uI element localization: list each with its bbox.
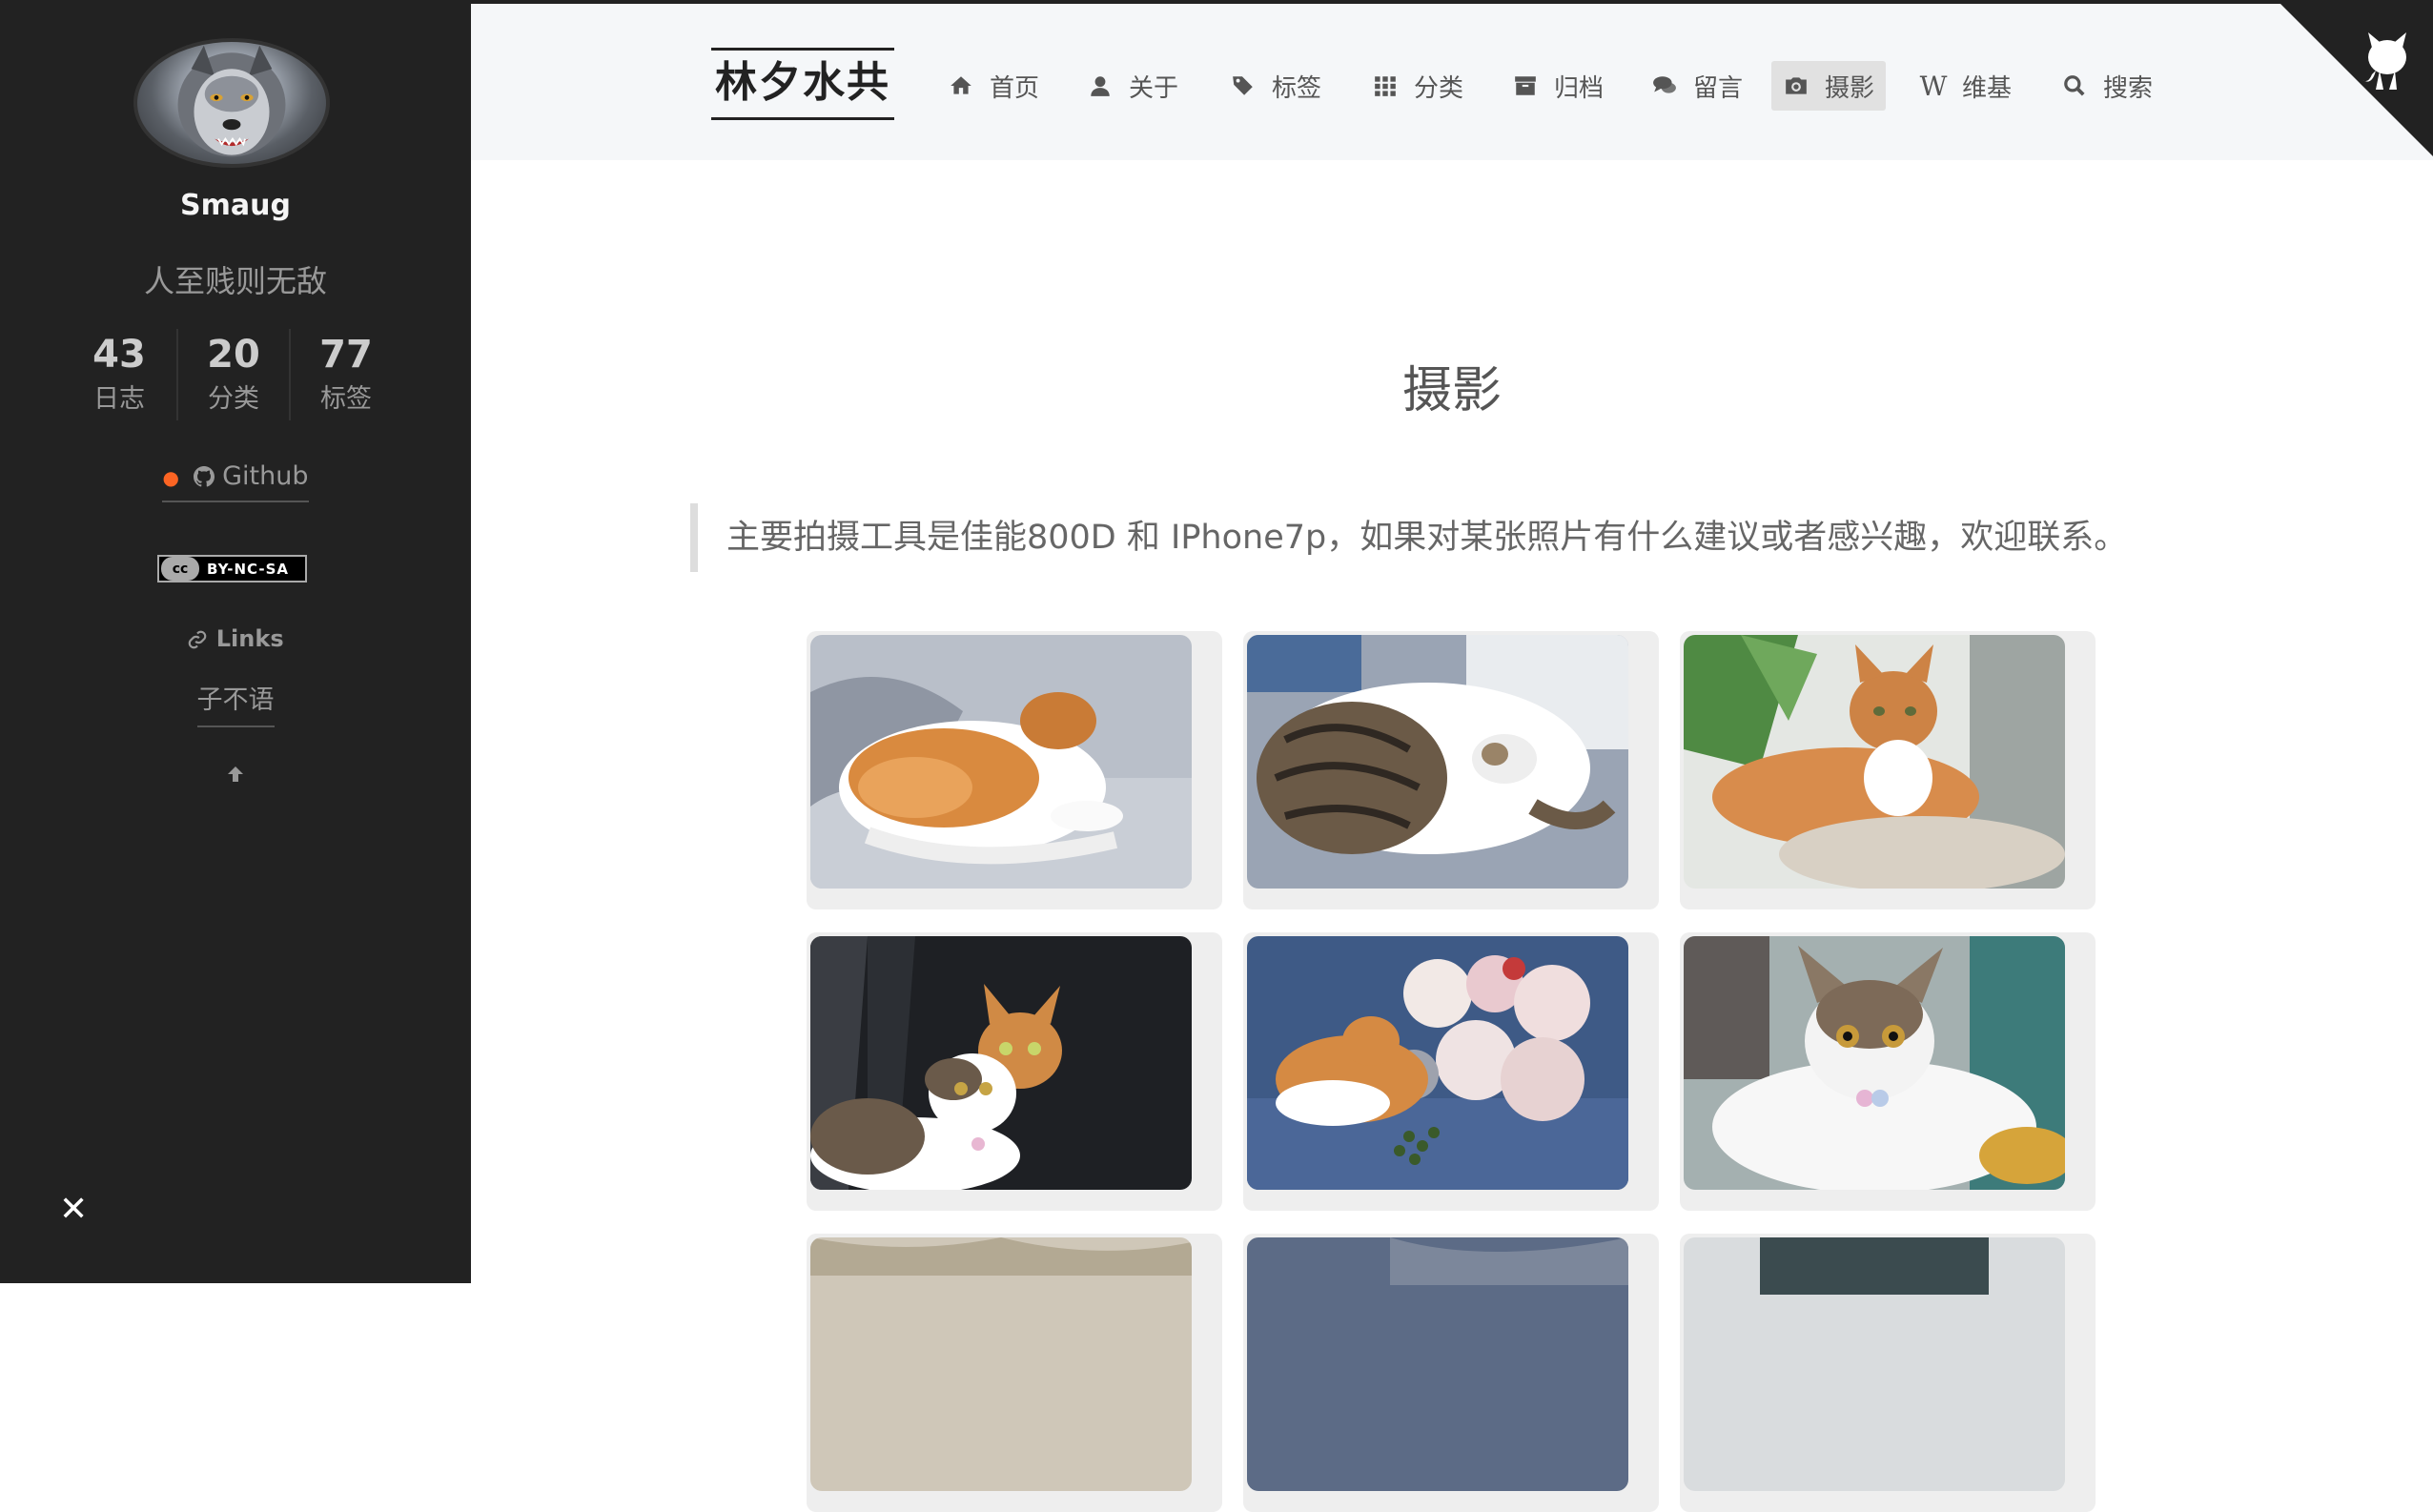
- page-title: 摄影: [1401, 361, 1502, 419]
- camera-icon: [1783, 72, 1809, 99]
- menu-item-home[interactable]: 首页: [936, 61, 1051, 111]
- wolf-avatar-image: [177, 45, 286, 157]
- links-label: Links: [215, 625, 284, 652]
- avatar: [133, 38, 330, 168]
- creative-commons-icon: cc: [161, 557, 199, 581]
- close-icon: ✕: [59, 1190, 89, 1229]
- menu-item-about[interactable]: 关于: [1075, 61, 1190, 111]
- menu-item-photography[interactable]: 摄影: [1771, 61, 1887, 111]
- sidebar: Smaug 人至贱则无敌 43 日志 20 分类 77 标签 ● Github …: [0, 0, 471, 1283]
- menu-item-search[interactable]: 搜索: [2050, 61, 2164, 111]
- photo-image[interactable]: [810, 635, 1192, 889]
- photo-card[interactable]: [1243, 1234, 1659, 1512]
- menu-label: 摄影: [1825, 73, 1875, 103]
- state-tags[interactable]: 77 标签: [290, 329, 402, 424]
- menu-label: 维基: [1962, 73, 2013, 103]
- github-link-inner[interactable]: ● Github: [162, 461, 309, 502]
- wikipedia-icon: W: [1919, 70, 1948, 102]
- menu-item-archives[interactable]: 归档: [1501, 61, 1615, 111]
- tags-count: 77: [319, 333, 373, 377]
- friend-link[interactable]: 子不语: [0, 679, 471, 727]
- friend-link-label[interactable]: 子不语: [196, 679, 275, 727]
- photo-card[interactable]: [1680, 1234, 2096, 1512]
- license-badge[interactable]: cc BY-NC-SA: [157, 555, 307, 582]
- categories-count: 20: [207, 333, 260, 377]
- github-corner-link[interactable]: [2280, 4, 2433, 156]
- photo-image[interactable]: [1684, 1237, 2065, 1491]
- github-label: Github: [222, 461, 309, 491]
- photo-card[interactable]: [1680, 932, 2096, 1211]
- site-state: 43 日志 20 分类 77 标签: [0, 329, 471, 424]
- menu-label: 关于: [1129, 73, 1179, 103]
- menu-label: 首页: [990, 73, 1040, 103]
- photo-image[interactable]: [810, 1237, 1192, 1491]
- photo-card[interactable]: [1243, 932, 1659, 1211]
- photo-image[interactable]: [1684, 936, 2065, 1190]
- link-icon: [189, 630, 207, 649]
- github-octocat-icon: [2280, 4, 2433, 156]
- photo-card[interactable]: [807, 1234, 1222, 1512]
- site-header: 林夕水共 首页 关于 标签 分类 归档 留言 摄影 W 维基 搜索: [471, 0, 2433, 160]
- tags-label: 标签: [320, 384, 372, 414]
- back-to-top-button[interactable]: [0, 763, 471, 792]
- state-categories[interactable]: 20 分类: [177, 329, 290, 424]
- th-icon: [1372, 72, 1399, 99]
- bullet-dot-icon: ●: [162, 465, 179, 489]
- menu-item-wiki[interactable]: W 维基: [1909, 61, 2023, 111]
- links-title: Links: [0, 625, 471, 652]
- photo-card[interactable]: [807, 631, 1222, 909]
- photo-image[interactable]: [810, 936, 1192, 1190]
- menu-label: 标签: [1272, 73, 1322, 103]
- photo-image[interactable]: [1247, 1237, 1628, 1491]
- menu-item-guestbook[interactable]: 留言: [1640, 61, 1754, 111]
- menu-label: 搜索: [2103, 73, 2154, 103]
- photo-card[interactable]: [807, 932, 1222, 1211]
- archive-icon: [1512, 72, 1539, 99]
- menu-item-tags[interactable]: 标签: [1218, 61, 1333, 111]
- comments-icon: [1651, 72, 1678, 99]
- categories-label: 分类: [208, 384, 259, 414]
- state-posts[interactable]: 43 日志: [63, 329, 175, 424]
- close-sidebar-button[interactable]: ✕: [59, 1190, 88, 1229]
- posts-label: 日志: [93, 384, 145, 414]
- arrow-up-icon: [228, 766, 243, 782]
- intro-text: 主要拍摄工具是佳能800D 和 IPhone7p，如果对某张照片有什么建议或者感…: [726, 519, 2128, 557]
- github-icon: [193, 466, 215, 487]
- photo-card[interactable]: [1243, 631, 1659, 909]
- license-text: BY-NC-SA: [207, 560, 290, 578]
- search-icon: [2061, 72, 2088, 99]
- intro-blockquote: 主要拍摄工具是佳能800D 和 IPhone7p，如果对某张照片有什么建议或者感…: [690, 503, 2168, 572]
- photo-image[interactable]: [1684, 635, 2065, 889]
- user-icon: [1087, 72, 1114, 99]
- home-icon: [948, 72, 974, 99]
- photo-image[interactable]: [1247, 936, 1628, 1190]
- site-brand[interactable]: 林夕水共: [711, 48, 894, 120]
- github-link[interactable]: ● Github: [0, 461, 471, 502]
- tags-icon: [1230, 72, 1257, 99]
- menu-label: 分类: [1414, 73, 1464, 103]
- menu-label: 归档: [1554, 73, 1605, 103]
- site-description: 人至贱则无敌: [143, 263, 327, 299]
- site-author-name: Smaug: [180, 189, 291, 222]
- menu-item-categories[interactable]: 分类: [1360, 61, 1475, 111]
- photo-image[interactable]: [1247, 635, 1628, 889]
- photo-card[interactable]: [1680, 631, 2096, 909]
- menu-label: 留言: [1693, 73, 1744, 103]
- posts-count: 43: [92, 333, 146, 377]
